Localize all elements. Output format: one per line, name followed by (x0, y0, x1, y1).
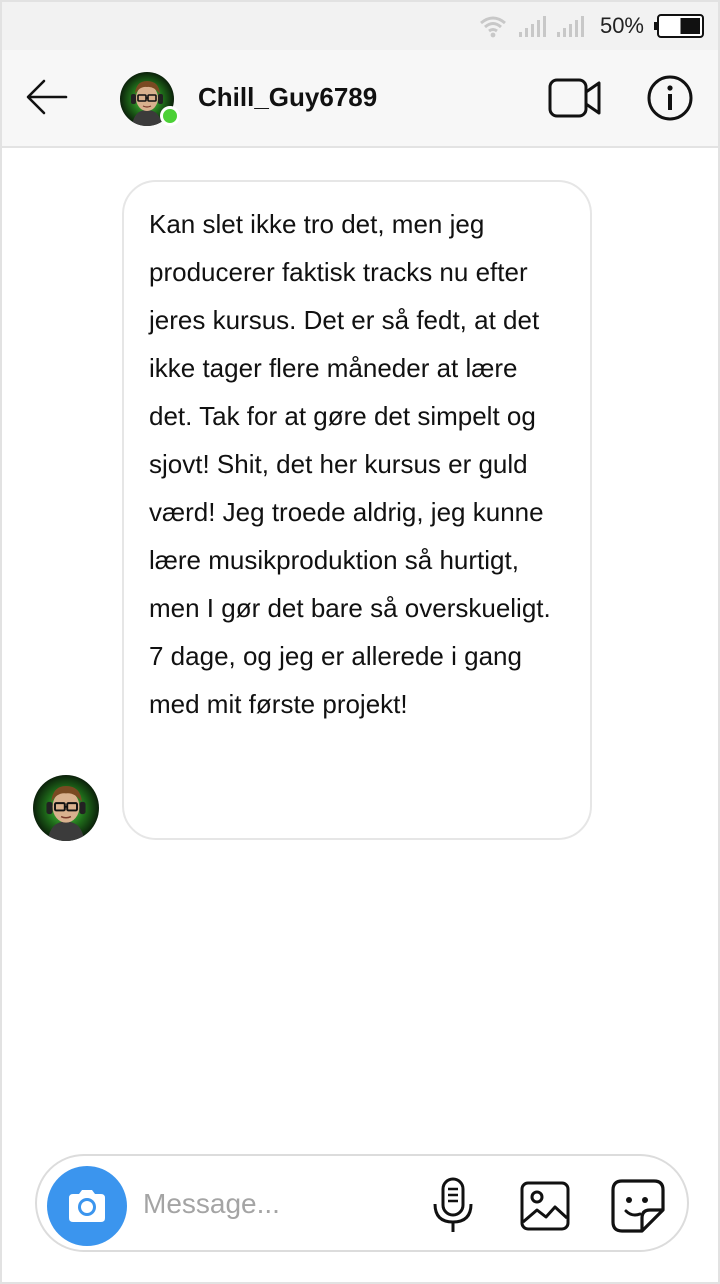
arrow-left-icon[interactable] (24, 77, 70, 117)
video-camera-icon[interactable] (548, 76, 602, 120)
online-status-dot (160, 106, 180, 126)
camera-icon (69, 1190, 105, 1222)
message-composer (35, 1154, 689, 1252)
chat-header: Chill_Guy6789 (2, 50, 718, 148)
message-input[interactable] (143, 1182, 413, 1226)
signal-icon (518, 16, 546, 37)
chat-username[interactable]: Chill_Guy6789 (198, 82, 377, 113)
status-bar: 50% (2, 2, 718, 50)
avatar[interactable] (33, 775, 99, 841)
info-icon[interactable] (646, 74, 694, 122)
camera-button[interactable] (47, 1166, 127, 1246)
microphone-icon[interactable] (431, 1176, 475, 1236)
message-text: Kan slet ikke tro det, men jeg producere… (149, 209, 551, 719)
battery-icon (654, 14, 704, 38)
message-bubble[interactable]: Kan slet ikke tro det, men jeg producere… (122, 180, 592, 840)
sticker-icon[interactable] (610, 1178, 666, 1234)
signal-icon (556, 16, 584, 37)
battery-percent: 50% (599, 13, 644, 38)
wifi-icon (479, 16, 506, 38)
image-icon[interactable] (519, 1180, 571, 1232)
dm-screen: 50% Chill_Guy6789 Kan slet ikke tro det,… (0, 0, 720, 1284)
